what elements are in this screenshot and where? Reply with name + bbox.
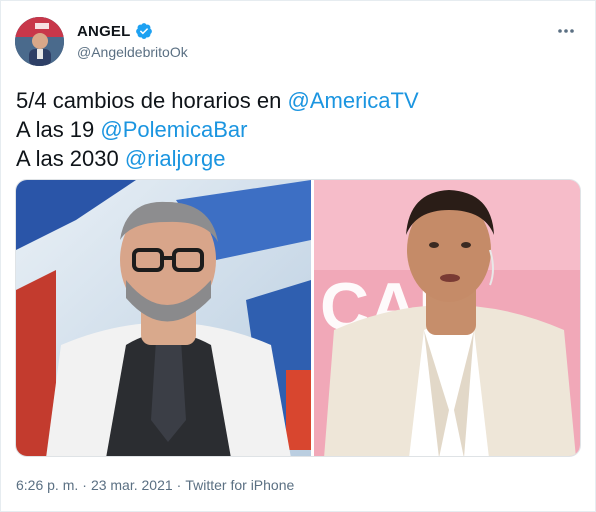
meta-separator: · [82, 477, 87, 493]
mention-link[interactable]: @PolemicaBar [100, 117, 247, 142]
meta-separator: · [176, 477, 182, 493]
tweet-source[interactable]: Twitter for iPhone [185, 477, 294, 493]
author-avatar[interactable] [15, 17, 64, 66]
tweet-line-1: 5/4 cambios de horarios en @AmericaTV [16, 86, 576, 115]
author-handle[interactable]: @AngeldebritoOk [77, 44, 188, 60]
tweet-line-text: A las 2030 [16, 146, 125, 171]
tweet-date[interactable]: 23 mar. 2021 [91, 477, 173, 493]
photo-left-icon [16, 180, 311, 456]
tweet-card: ANGEL @AngeldebritoOk 5/4 cambios de hor… [0, 0, 596, 512]
tweet-line-text: A las 19 [16, 117, 101, 142]
media-photo-right[interactable]: CAM [314, 180, 580, 456]
more-options-button[interactable] [551, 19, 581, 43]
tweet-line-2: A las 19 @PolemicaBar [16, 115, 576, 144]
media-photo-left[interactable] [16, 180, 311, 456]
more-dots-icon [558, 29, 574, 33]
mention-link[interactable]: @AmericaTV [288, 88, 419, 113]
author-name-row: ANGEL [77, 22, 153, 40]
tweet-time[interactable]: 6:26 p. m. [16, 477, 78, 493]
tweet-line-text: 5/4 cambios de horarios en [16, 88, 288, 113]
tweet-meta: 6:26 p. m. · 23 mar. 2021 · Twitter for … [16, 477, 294, 493]
tweet-line-3: A las 2030 @rialjorge [16, 144, 576, 173]
verified-badge-icon [135, 23, 152, 39]
mention-link[interactable]: @rialjorge [125, 146, 226, 171]
tweet-media: CAM [15, 179, 581, 457]
photo-right-icon: CAM [314, 180, 580, 456]
tweet-text: 5/4 cambios de horarios en @AmericaTV A … [16, 86, 576, 173]
avatar-photo-icon [15, 17, 64, 66]
author-display-name[interactable]: ANGEL [77, 23, 131, 40]
